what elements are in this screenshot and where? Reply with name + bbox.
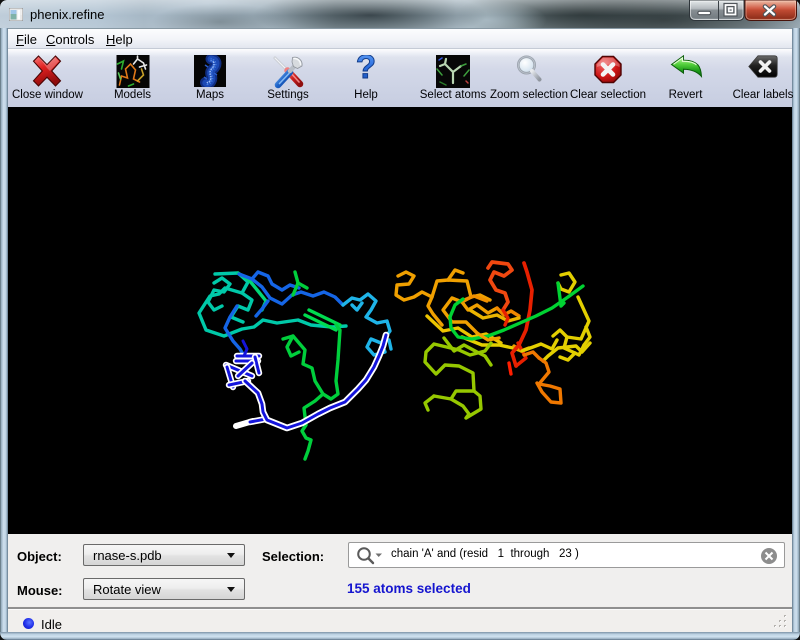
svg-text:?: ? (356, 55, 376, 84)
